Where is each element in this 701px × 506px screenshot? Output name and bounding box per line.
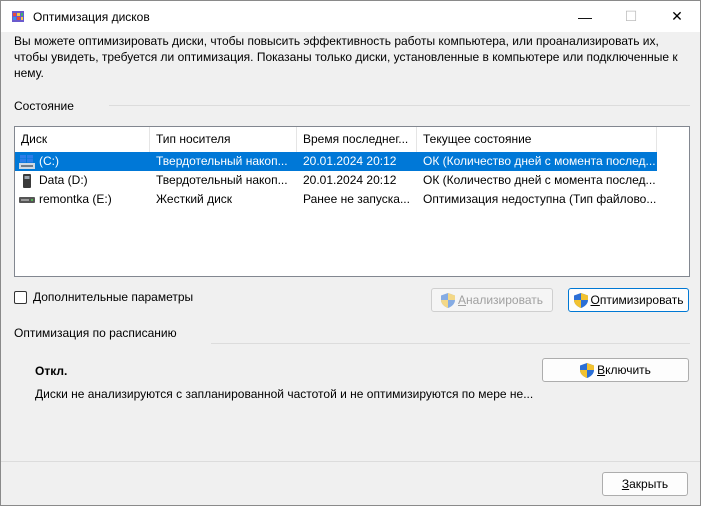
- advanced-options-label: Дополнительные параметры: [33, 290, 194, 304]
- uac-shield-icon: [573, 292, 588, 308]
- hdd-drive-icon: [19, 196, 35, 203]
- drive-media-type: Твердотельный накоп...: [156, 173, 288, 187]
- close-icon: ✕: [671, 8, 683, 24]
- ssd-drive-icon: [23, 173, 31, 188]
- minimize-icon: —: [578, 8, 592, 25]
- column-header-disk[interactable]: Диск: [15, 127, 150, 152]
- drive-current-state: ОК (Количество дней с момента послед...: [423, 173, 656, 187]
- close-button[interactable]: Закрыть: [602, 472, 688, 496]
- drive-last-run: Ранее не запуска...: [303, 192, 410, 206]
- drive-name: remontka (E:): [39, 192, 112, 206]
- drive-media-type: Твердотельный накоп...: [156, 154, 288, 168]
- schedule-section-divider: [211, 343, 690, 344]
- status-section-title: Состояние: [14, 99, 74, 113]
- drive-last-run: 20.01.2024 20:12: [303, 173, 397, 187]
- column-header-media-type[interactable]: Тип носителя: [150, 127, 297, 152]
- column-header-last-run[interactable]: Время последнег...: [297, 127, 417, 152]
- windows-drive-icon: [19, 154, 35, 169]
- uac-shield-icon: [580, 362, 595, 378]
- defrag-window: Оптимизация дисков — ☐ ✕ Вы можете оптим…: [0, 0, 701, 506]
- close-window-button[interactable]: ✕: [654, 1, 700, 32]
- schedule-description: Диски не анализируются с запланированной…: [35, 387, 534, 401]
- drive-row-c[interactable]: (C:) Твердотельный накоп... 20.01.2024 2…: [15, 152, 657, 171]
- schedule-section-title: Оптимизация по расписанию: [14, 326, 177, 340]
- advanced-options[interactable]: Дополнительные параметры: [14, 290, 193, 304]
- minimize-button[interactable]: —: [562, 1, 608, 32]
- title-bar: Оптимизация дисков — ☐ ✕: [1, 1, 700, 32]
- schedule-status: Откл.: [35, 364, 68, 378]
- description-text: Вы можете оптимизировать диски, чтобы по…: [14, 34, 678, 80]
- footer-bar: [1, 461, 700, 505]
- drive-last-run: 20.01.2024 20:12: [303, 154, 397, 168]
- drive-name: (C:): [39, 154, 59, 168]
- column-header-current-state[interactable]: Текущее состояние: [417, 127, 657, 152]
- drive-row-d[interactable]: Data (D:) Твердотельный накоп... 20.01.2…: [15, 171, 657, 190]
- analyze-button[interactable]: Анализировать: [431, 288, 553, 312]
- drive-name: Data (D:): [39, 173, 88, 187]
- drive-current-state: ОК (Количество дней с момента послед...: [423, 154, 656, 168]
- window-title: Оптимизация дисков: [33, 10, 150, 24]
- enable-schedule-button[interactable]: Включить: [542, 358, 689, 382]
- optimize-button[interactable]: Оптимизировать: [568, 288, 689, 312]
- defrag-app-icon: [12, 11, 24, 22]
- drives-list-header: Диск Тип носителя Время последнег... Тек…: [15, 127, 657, 152]
- uac-shield-icon: [441, 292, 455, 308]
- drive-current-state: Оптимизация недоступна (Тип файлово...: [423, 192, 657, 206]
- advanced-options-checkbox[interactable]: [14, 290, 27, 304]
- drive-row-e[interactable]: remontka (E:) Жесткий диск Ранее не запу…: [15, 190, 657, 209]
- drive-media-type: Жесткий диск: [156, 192, 233, 206]
- status-section-divider: [109, 105, 690, 106]
- maximize-icon: ☐: [624, 8, 638, 24]
- drives-list[interactable]: Диск Тип носителя Время последнег... Тек…: [14, 126, 690, 277]
- maximize-button[interactable]: ☐: [608, 1, 654, 32]
